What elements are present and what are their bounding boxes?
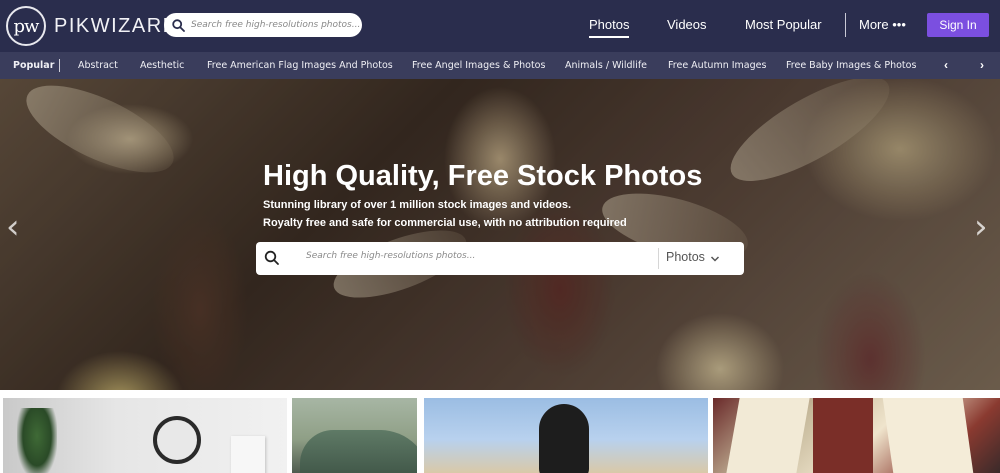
hero-subtitle-2: Royalty free and safe for commercial use… (263, 217, 627, 229)
sign-in-button[interactable]: Sign In (927, 13, 989, 37)
nav-photos[interactable]: Photos (589, 17, 629, 32)
logo-text: pw (13, 15, 40, 37)
hero-banner: ‹ › High Quality, Free Stock Photos Stun… (0, 79, 1000, 390)
category-divider (59, 59, 60, 72)
photo-thumbnail[interactable] (292, 398, 417, 473)
chevron-right-icon[interactable]: › (974, 207, 988, 247)
photo-detail (882, 398, 974, 473)
category-abstract[interactable]: Abstract (78, 60, 118, 71)
photo-detail (726, 398, 810, 473)
photo-detail (17, 408, 57, 473)
category-angel[interactable]: Free Angel Images & Photos (412, 60, 545, 71)
nav-more[interactable]: More ••• (859, 17, 906, 32)
hero-title: High Quality, Free Stock Photos (263, 160, 703, 192)
header-search-input[interactable] (191, 20, 361, 30)
photo-thumbnail[interactable] (3, 398, 287, 473)
header-search-box[interactable] (164, 13, 362, 37)
category-baby[interactable]: Free Baby Images & Photos (786, 60, 916, 71)
hero-search-box[interactable]: Photos (256, 242, 744, 275)
photo-thumbnail[interactable] (424, 398, 708, 473)
logo-icon[interactable]: pw (6, 6, 46, 46)
hero-search-input[interactable] (306, 251, 646, 261)
top-header: pw PIKWIZARD Photos Videos Most Popular … (0, 0, 1000, 52)
nav-divider (845, 13, 846, 37)
category-bar: Popular Abstract Aesthetic Free American… (0, 52, 1000, 79)
photo-detail (231, 436, 265, 473)
hero-subtitle-1: Stunning library of over 1 million stock… (263, 199, 572, 211)
chevron-left-icon[interactable]: ‹ (944, 58, 948, 72)
category-autumn[interactable]: Free Autumn Images (668, 60, 766, 71)
nav-most-popular[interactable]: Most Popular (745, 17, 822, 32)
search-divider (658, 248, 659, 269)
search-icon[interactable] (264, 250, 280, 266)
chevron-right-icon[interactable]: › (980, 58, 984, 72)
chevron-down-icon[interactable] (710, 254, 720, 264)
category-popular[interactable]: Popular (13, 60, 54, 71)
hero-overlay (0, 79, 1000, 390)
category-animals-wildlife[interactable]: Animals / Wildlife (565, 60, 647, 71)
nav-active-underline (589, 36, 629, 38)
search-icon[interactable] (172, 18, 185, 32)
photo-detail (813, 398, 873, 473)
photo-detail (539, 404, 589, 473)
photo-detail (300, 430, 417, 473)
photo-thumbnail[interactable] (713, 398, 1000, 473)
category-aesthetic[interactable]: Aesthetic (140, 60, 184, 71)
photo-detail (153, 416, 201, 464)
chevron-left-icon[interactable]: ‹ (6, 207, 20, 247)
category-american-flag[interactable]: Free American Flag Images And Photos (207, 60, 393, 71)
nav-videos[interactable]: Videos (667, 17, 707, 32)
media-type-select[interactable]: Photos (666, 250, 705, 264)
brand-name[interactable]: PIKWIZARD (54, 15, 179, 38)
